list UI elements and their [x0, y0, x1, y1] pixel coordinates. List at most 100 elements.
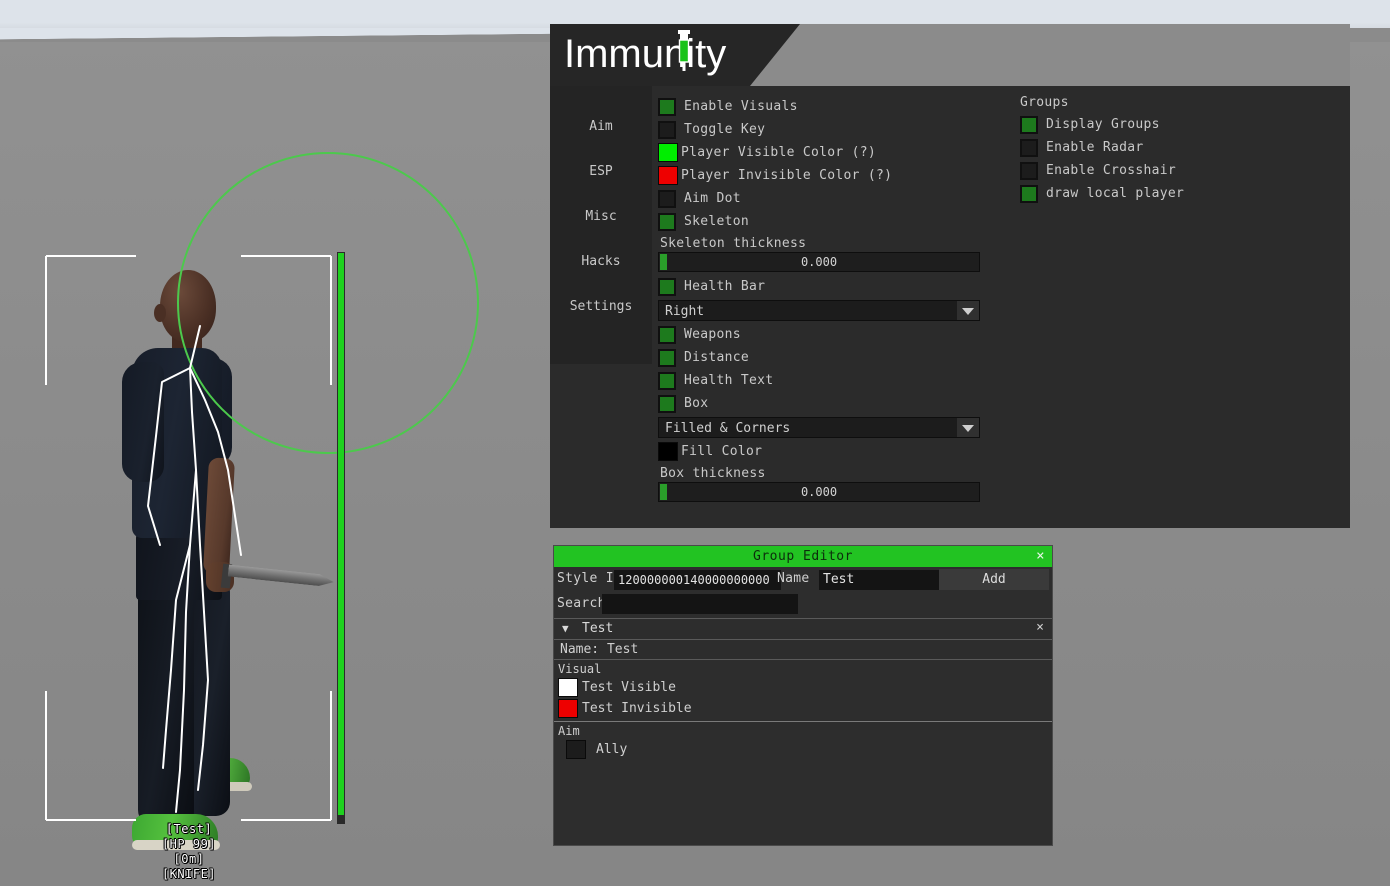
esp-label-weapon: [KNIFE] — [158, 867, 220, 882]
tab-hacks[interactable]: Hacks — [550, 239, 652, 284]
row-enable-crosshair[interactable]: Enable Crosshair — [1020, 159, 1350, 182]
cheat-menu-window: Immunity Aim ESP Misc Hacks Settings Ena… — [550, 24, 1350, 528]
row-aim-dot[interactable]: Aim Dot — [658, 187, 988, 210]
group-editor-top-row: Style ID 120000000140000000000 Name Test… — [554, 567, 1052, 592]
checkbox-display-groups[interactable] — [1020, 116, 1038, 134]
row-box[interactable]: Box — [658, 392, 988, 415]
label-test-invisible: Test Invisible — [582, 701, 692, 716]
row-display-groups[interactable]: Display Groups — [1020, 113, 1350, 136]
input-style-id[interactable]: 120000000140000000000 — [614, 570, 781, 590]
row-test-visible[interactable]: Test Visible — [558, 677, 1052, 698]
swatch-test-visible[interactable] — [558, 678, 578, 697]
menu-body: Aim ESP Misc Hacks Settings Enable Visua… — [550, 86, 1350, 528]
row-draw-local-player[interactable]: draw local player — [1020, 182, 1350, 205]
player-model — [110, 262, 270, 872]
slider-box-thickness[interactable]: 0.000 — [658, 482, 980, 502]
chevron-down-icon[interactable] — [957, 418, 979, 437]
row-ally[interactable]: Ally — [558, 739, 1052, 760]
checkbox-toggle-key[interactable] — [658, 121, 676, 139]
close-icon[interactable]: × — [1036, 546, 1045, 567]
tab-settings[interactable]: Settings — [550, 284, 652, 329]
label-health-bar: Health Bar — [684, 279, 765, 294]
row-skeleton[interactable]: Skeleton — [658, 210, 988, 233]
dropdown-box-style[interactable]: Filled & Corners — [658, 417, 980, 438]
checkbox-skeleton[interactable] — [658, 213, 676, 231]
row-player-visible-color[interactable]: Player Visible Color (?) — [658, 141, 988, 164]
row-health-text[interactable]: Health Text — [658, 369, 988, 392]
row-toggle-key[interactable]: Toggle Key — [658, 118, 988, 141]
label-player-visible-color: Player Visible Color (?) — [681, 145, 876, 160]
label-weapons: Weapons — [684, 327, 741, 342]
menu-header: Immunity — [550, 24, 1350, 86]
add-button[interactable]: Add — [939, 569, 1049, 590]
checkbox-enable-visuals[interactable] — [658, 98, 676, 116]
esp-label-health: [HP 99] — [158, 837, 220, 852]
swatch-test-invisible[interactable] — [558, 699, 578, 718]
tab-misc[interactable]: Misc — [550, 194, 652, 239]
value-box-thickness: 0.000 — [659, 485, 979, 499]
checkbox-draw-local-player[interactable] — [1020, 185, 1038, 203]
label-skeleton: Skeleton — [684, 214, 749, 229]
value-box-style: Filled & Corners — [665, 421, 790, 436]
esp-options-column: Enable Visuals Toggle Key Player Visible… — [652, 86, 988, 528]
visual-section-title: Visual — [558, 661, 1052, 677]
checkbox-enable-radar[interactable] — [1020, 139, 1038, 157]
search-input[interactable] — [602, 594, 798, 614]
label-style-id: Style ID — [557, 571, 622, 586]
label-skeleton-thickness: Skeleton thickness — [660, 236, 988, 251]
dropdown-health-bar-position[interactable]: Right — [658, 300, 980, 321]
row-distance[interactable]: Distance — [658, 346, 988, 369]
tab-aim[interactable]: Aim — [550, 104, 652, 149]
checkbox-distance[interactable] — [658, 349, 676, 367]
group-header-test[interactable]: ▼ Test × — [554, 619, 1052, 640]
chevron-down-icon[interactable]: ▼ — [562, 622, 569, 635]
tab-esp[interactable]: ESP — [550, 149, 652, 194]
swatch-player-visible-color[interactable] — [658, 143, 678, 162]
swatch-ally[interactable] — [566, 740, 586, 759]
player-leg-left — [138, 582, 194, 828]
esp-label-distance: [0m] — [158, 852, 220, 867]
label-aim-dot: Aim Dot — [684, 191, 741, 206]
group-editor-search-row: Search — [554, 592, 1052, 616]
checkbox-enable-crosshair[interactable] — [1020, 162, 1038, 180]
row-weapons[interactable]: Weapons — [658, 323, 988, 346]
checkbox-aim-dot[interactable] — [658, 190, 676, 208]
close-icon[interactable]: × — [1036, 620, 1044, 635]
label-enable-visuals: Enable Visuals — [684, 99, 798, 114]
group-editor-window: Group Editor × Style ID 1200000001400000… — [553, 545, 1053, 846]
chevron-down-icon[interactable] — [957, 301, 979, 320]
player-sleeve — [122, 362, 164, 482]
checkbox-health-text[interactable] — [658, 372, 676, 390]
label-toggle-key: Toggle Key — [684, 122, 765, 137]
value-health-bar-position: Right — [665, 304, 704, 319]
group-visual-section: Visual Test Visible Test Invisible — [554, 660, 1052, 722]
checkbox-box[interactable] — [658, 395, 676, 413]
esp-label-name: [Test] — [158, 822, 220, 837]
group-name: Test — [582, 621, 613, 636]
row-player-invisible-color[interactable]: Player Invisible Color (?) — [658, 164, 988, 187]
group-editor-title-bar: Group Editor × — [554, 546, 1052, 567]
row-health-bar[interactable]: Health Bar — [658, 275, 988, 298]
label-test-visible: Test Visible — [582, 680, 676, 695]
group-aim-section: Aim Ally — [554, 722, 1052, 762]
label-box-thickness: Box thickness — [660, 466, 988, 481]
row-test-invisible[interactable]: Test Invisible — [558, 698, 1052, 719]
row-fill-color[interactable]: Fill Color — [658, 440, 988, 463]
label-enable-crosshair: Enable Crosshair — [1046, 163, 1176, 178]
label-draw-local-player: draw local player — [1046, 186, 1184, 201]
syringe-icon — [673, 30, 695, 74]
checkbox-health-bar[interactable] — [658, 278, 676, 296]
swatch-player-invisible-color[interactable] — [658, 166, 678, 185]
groups-section-title: Groups — [1020, 95, 1350, 110]
label-fill-color: Fill Color — [681, 444, 762, 459]
slider-skeleton-thickness[interactable]: 0.000 — [658, 252, 980, 272]
row-enable-visuals[interactable]: Enable Visuals — [658, 95, 988, 118]
swatch-fill-color[interactable] — [658, 442, 678, 461]
input-name[interactable]: Test — [819, 570, 943, 590]
groups-column: Groups Display Groups Enable Radar Enabl… — [988, 86, 1350, 528]
checkbox-weapons[interactable] — [658, 326, 676, 344]
esp-text-labels: [Test] [HP 99] [0m] [KNIFE] — [158, 822, 220, 882]
value-skeleton-thickness: 0.000 — [659, 255, 979, 269]
row-enable-radar[interactable]: Enable Radar — [1020, 136, 1350, 159]
label-health-text: Health Text — [684, 373, 773, 388]
